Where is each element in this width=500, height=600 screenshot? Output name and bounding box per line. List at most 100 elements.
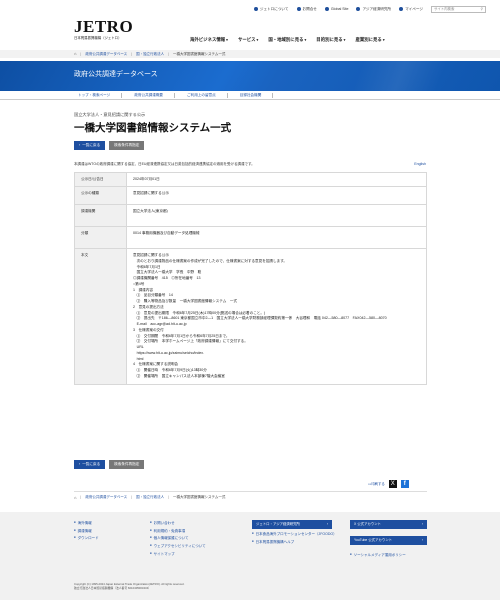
chevron-down-icon: ▾ — [343, 38, 346, 42]
breadcrumb-separator: | — [80, 51, 82, 56]
row-value: 国立大学法人(東京都) — [126, 204, 427, 227]
subnav-agencies[interactable]: 目録社会機関 — [240, 92, 274, 98]
facebook-share-icon[interactable]: f — [400, 480, 409, 488]
notice-details-table: 公示日/公告日 2024年07月01日 公示の種類 意見招請に関する公示 調達機… — [74, 172, 427, 385]
search-icon[interactable]: ⚲ — [481, 7, 483, 12]
subnav-overview[interactable]: 政府公共調達概要 — [134, 92, 175, 98]
info-icon — [253, 7, 258, 11]
util-link-about[interactable]: ジェトロについて — [253, 6, 289, 12]
footer-link[interactable]: 個人情報保護について — [150, 535, 206, 543]
util-link-global[interactable]: Global Site — [324, 7, 348, 12]
chevron-right-icon: › — [421, 538, 423, 543]
print-label: 印刷する — [371, 481, 385, 486]
search-input[interactable]: サイト内検索 ⚲ — [431, 5, 486, 13]
breadcrumb-link-database[interactable]: 政府公共調達データベース — [85, 495, 127, 500]
chevron-right-icon: › — [326, 522, 328, 527]
share-bar: ▭印刷する X f — [368, 480, 409, 488]
banner-decoration — [300, 61, 500, 91]
print-link[interactable]: ▭印刷する — [368, 482, 385, 487]
notice-kicker: 国立大学法人・意見招請に関する公示 — [74, 112, 146, 117]
nav-label: サービス — [237, 37, 256, 42]
nav-by-country[interactable]: 国・地域別に見る▾ — [268, 37, 306, 43]
util-link-mypage[interactable]: マイページ — [399, 7, 423, 12]
notice-body-text: 意見招請に関する公示 次のとおり調達物品の仕様書案の作成が完了したので、仕様書案… — [126, 248, 427, 385]
table-row: 調達機関 国立大学法人(東京都) — [74, 204, 427, 227]
row-label: 公示日/公告日 — [74, 172, 127, 187]
chevron-left-icon: ‹ — [79, 143, 81, 148]
footer-link[interactable]: 調達情報 — [74, 528, 99, 536]
button-label: 検索条件再指定 — [114, 143, 140, 148]
x-official-button[interactable]: X 公式アカウント › — [350, 520, 427, 529]
footer-col-3: 日本食品海外プロモーションセンター（JFOODO） 日本貿易振興機構ヘルプ — [252, 532, 340, 546]
breadcrumb-link-database[interactable]: 政府公共調達データベース — [85, 52, 127, 57]
footer-link[interactable]: ウェブアクセシビリティについて — [150, 543, 206, 551]
footer-link[interactable]: お問い合わせ — [150, 520, 206, 528]
button-label: 一覧に戻る — [82, 462, 101, 467]
util-link-label: お問合せ — [302, 6, 317, 11]
section-subnav: トップ・検索ページ 政府公共調達概要 ご利用上の留意点 目録社会機関 — [0, 91, 500, 100]
nav-services[interactable]: サービス▾ — [238, 37, 258, 43]
util-link-ide[interactable]: アジア経済研究所 — [356, 7, 391, 12]
util-link-label: アジア経済研究所 — [362, 6, 392, 11]
nav-overseas-business[interactable]: 海外ビジネス情報▾ — [190, 37, 228, 43]
bottom-breadcrumb: ⌂ | 政府公共調達データベース | 国・独立行政法人 | 一橋大学図書館情報シ… — [74, 491, 427, 500]
back-to-list-button[interactable]: ‹ 一覧に戻る — [74, 141, 106, 150]
mail-icon — [296, 7, 301, 11]
button-label: ジェトロ・アジア経済研究所 — [256, 522, 300, 527]
footer-link[interactable]: 海外情報 — [74, 520, 99, 528]
subnav-top-search[interactable]: トップ・検索ページ — [78, 92, 123, 98]
row-label: 調達機関 — [74, 204, 127, 227]
chevron-right-icon: › — [421, 522, 423, 527]
button-label: X 公式アカウント — [354, 522, 381, 527]
book-icon — [356, 7, 361, 11]
chevron-down-icon: ▾ — [382, 38, 385, 42]
youtube-official-button[interactable]: YouTube 公式アカウント › — [350, 536, 427, 545]
section-banner: 政府公共調達データベース — [0, 61, 500, 91]
footer-link[interactable]: 日本貿易振興機構ヘルプ — [252, 540, 340, 545]
respecify-search-button[interactable]: 検索条件再指定 — [109, 141, 145, 150]
english-link[interactable]: English — [414, 162, 426, 167]
row-value: 0014 事務用機器及び自動データ処理機械 — [126, 226, 427, 249]
main-nav: 海外ビジネス情報▾ サービス▾ 国・地域別に見る▾ 目的別に見る▾ 産業別に見る… — [190, 37, 385, 43]
breadcrumb-separator: | — [168, 495, 170, 500]
home-icon[interactable]: ⌂ — [74, 495, 76, 500]
footer-col-4: ソーシャルメディア運用ポリシー — [350, 552, 406, 560]
nav-by-purpose[interactable]: 目的別に見る▾ — [316, 37, 345, 43]
nav-by-industry[interactable]: 産業別に見る▾ — [355, 37, 384, 43]
subnav-notes[interactable]: ご利用上の留意点 — [187, 92, 228, 98]
footer-link[interactable]: ソーシャルメディア運用ポリシー — [350, 552, 406, 560]
chevron-down-icon: ▾ — [304, 38, 307, 42]
globe-icon — [324, 7, 329, 11]
nav-label: 目的別に見る — [316, 37, 343, 42]
breadcrumb-separator: | — [131, 51, 133, 56]
section-title: 政府公共調達データベース — [74, 71, 158, 78]
search-placeholder: サイト内検索 — [434, 6, 455, 11]
row-value: 意見招請に関する公示 — [126, 186, 427, 205]
x-share-icon[interactable]: X — [388, 480, 397, 488]
footer-link[interactable]: 日本食品海外プロモーションセンター（JFOODO） — [252, 532, 340, 537]
respecify-search-button[interactable]: 検索条件再指定 — [109, 460, 145, 469]
nav-label: 国・地域別に見る — [268, 37, 304, 42]
nav-label: 海外ビジネス情報 — [190, 37, 226, 42]
breadcrumb-separator: | — [80, 495, 82, 500]
row-label: 公示の種類 — [74, 186, 127, 205]
footer-link[interactable]: ダウンロード — [74, 535, 99, 543]
util-link-label: マイページ — [405, 6, 423, 11]
breadcrumb: ⌂ | 政府公共調達データベース | 国・独立行政法人 | 一橋大学図書館情報シ… — [0, 50, 500, 58]
back-to-list-button[interactable]: ‹ 一覧に戻る — [74, 460, 106, 469]
breadcrumb-link-national[interactable]: 国・独立行政法人 — [136, 52, 164, 57]
row-label: 分類 — [74, 226, 127, 249]
footer-link[interactable]: 利用規約・免責事項 — [150, 528, 206, 536]
ide-jetro-button[interactable]: ジェトロ・アジア経済研究所 › — [252, 520, 332, 529]
footer-link[interactable]: サイトマップ — [150, 551, 206, 559]
chevron-down-icon: ▾ — [226, 38, 228, 42]
breadcrumb-separator: | — [131, 495, 133, 500]
logo-word: JETRO — [74, 17, 134, 36]
jetro-logo[interactable]: JETRO 日本貿易振興機構（ジェトロ） — [74, 18, 133, 41]
breadcrumb-link-national[interactable]: 国・独立行政法人 — [136, 495, 164, 500]
chevron-left-icon: ‹ — [79, 462, 81, 467]
button-label: 一覧に戻る — [82, 143, 101, 148]
util-link-contact[interactable]: お問合せ — [296, 6, 317, 12]
util-link-label: ジェトロについて — [259, 6, 289, 11]
home-icon[interactable]: ⌂ — [74, 51, 76, 56]
